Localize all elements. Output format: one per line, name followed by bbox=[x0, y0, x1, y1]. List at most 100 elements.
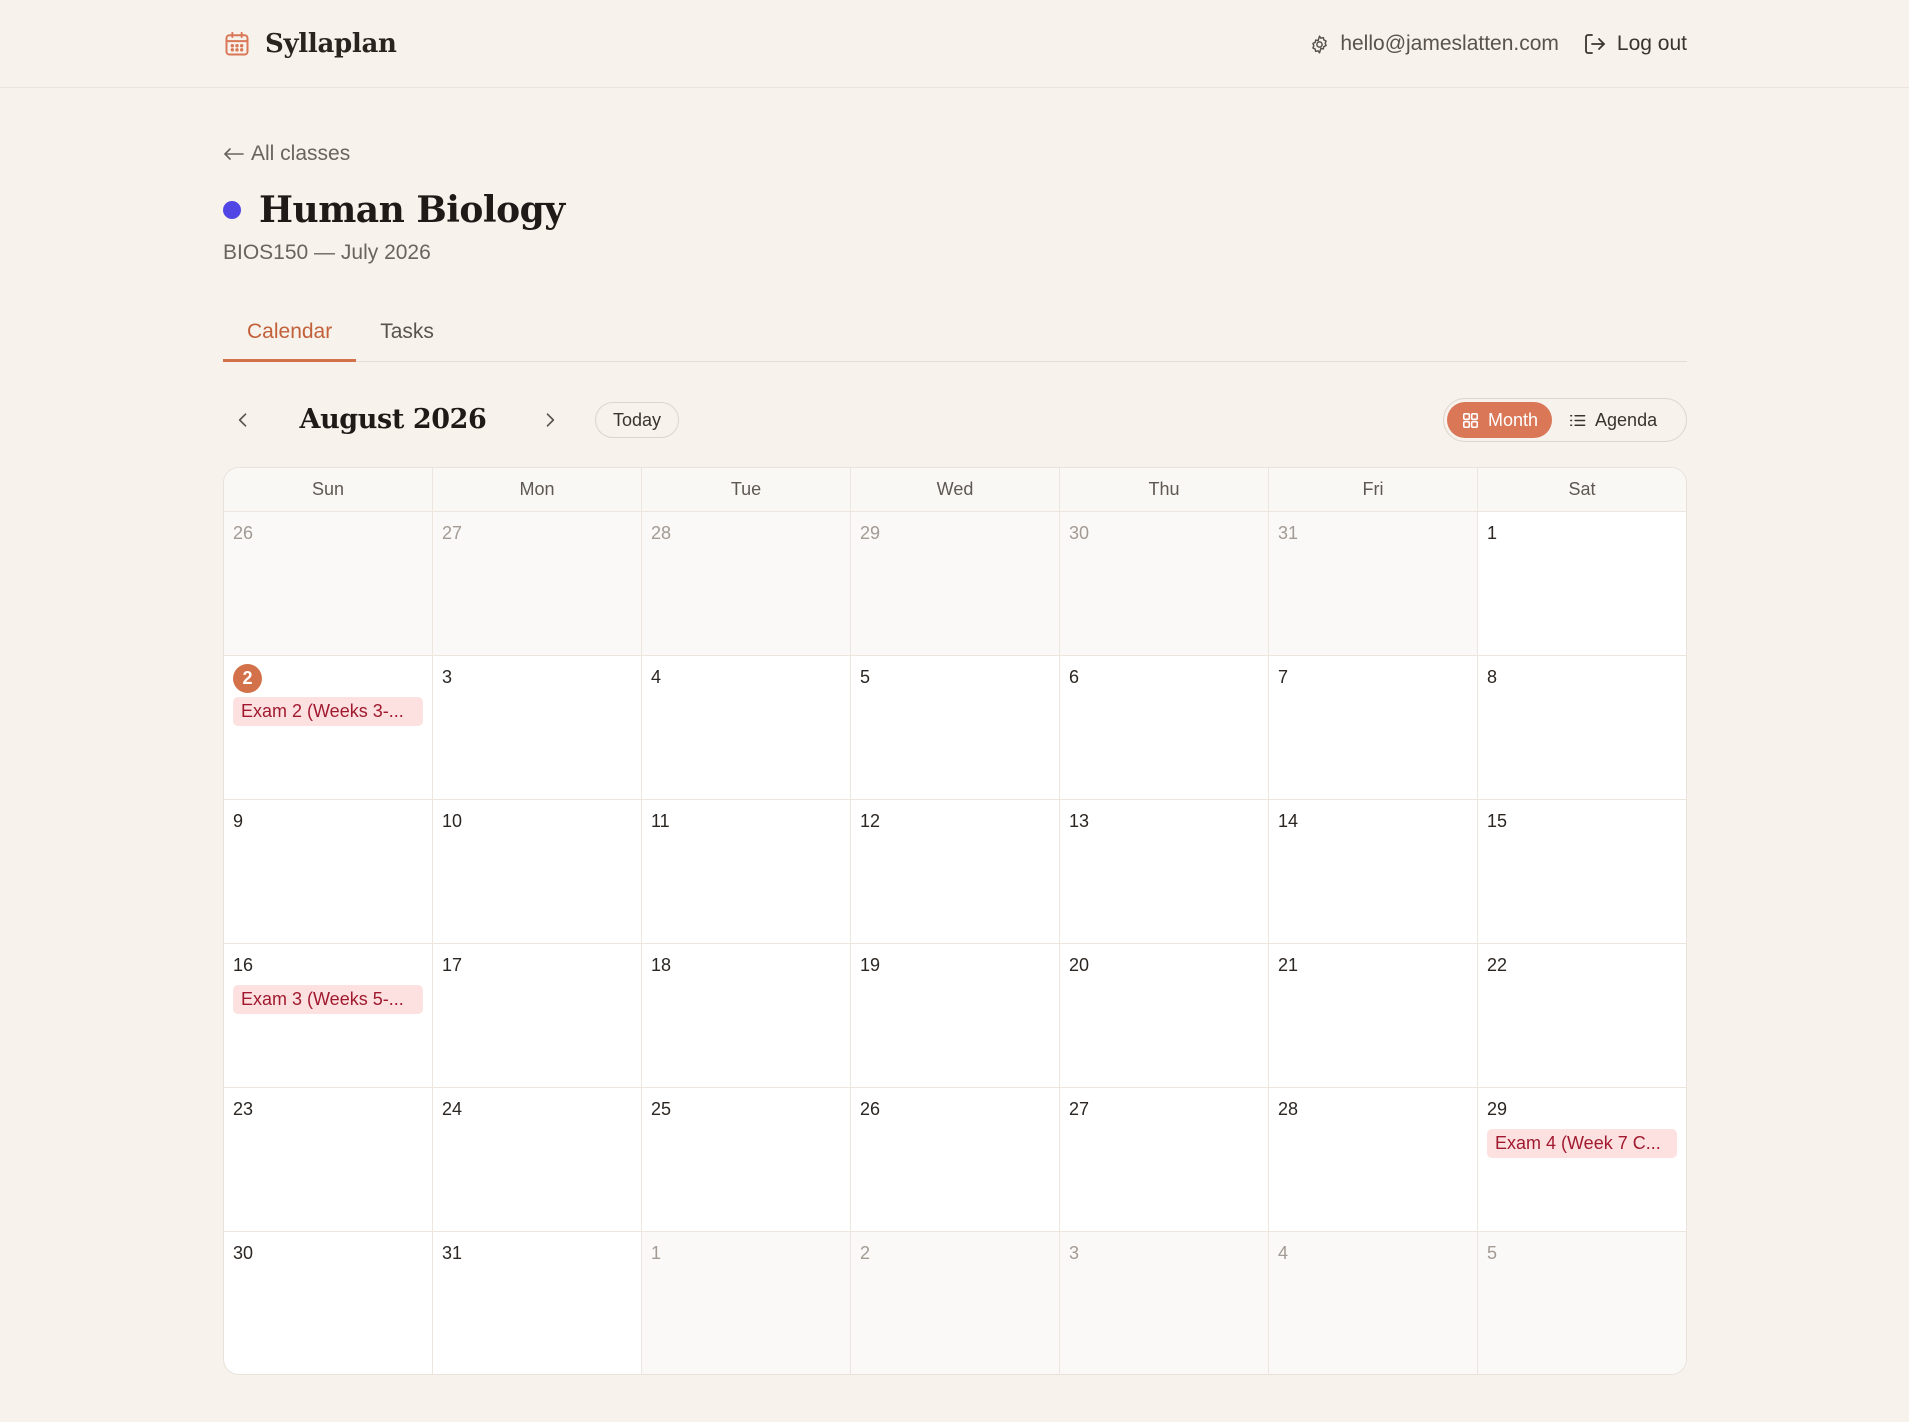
weekday-label: Sat bbox=[1477, 468, 1686, 511]
calendar-day[interactable]: 27 bbox=[432, 512, 641, 655]
calendar-day[interactable]: 5 bbox=[850, 656, 1059, 799]
calendar-day[interactable]: 4 bbox=[641, 656, 850, 799]
calendar-day[interactable]: 13 bbox=[1059, 800, 1268, 943]
calendar-day[interactable]: 28 bbox=[641, 512, 850, 655]
calendar-day[interactable]: 19 bbox=[850, 944, 1059, 1087]
day-number: 29 bbox=[860, 523, 881, 543]
weekday-label: Wed bbox=[850, 468, 1059, 511]
day-number: 25 bbox=[651, 1099, 672, 1119]
calendar-day[interactable]: 25 bbox=[641, 1088, 850, 1231]
day-number: 5 bbox=[860, 667, 871, 687]
day-number: 31 bbox=[442, 1243, 463, 1263]
calendar-day[interactable]: 10 bbox=[432, 800, 641, 943]
weekday-label: Thu bbox=[1059, 468, 1268, 511]
calendar-day[interactable]: 8 bbox=[1477, 656, 1686, 799]
tab-bar: Calendar Tasks bbox=[223, 312, 1687, 362]
weekday-header: Sun Mon Tue Wed Thu Fri Sat bbox=[224, 468, 1686, 512]
day-number: 30 bbox=[233, 1243, 254, 1263]
prev-month-button[interactable] bbox=[223, 400, 263, 440]
calendar-day[interactable]: 1 bbox=[641, 1232, 850, 1374]
calendar-day[interactable]: 18 bbox=[641, 944, 850, 1087]
day-number: 28 bbox=[1278, 1099, 1299, 1119]
day-number: 26 bbox=[860, 1099, 881, 1119]
calendar-day[interactable]: 3 bbox=[432, 656, 641, 799]
day-number: 17 bbox=[442, 955, 463, 975]
calendar-week: 2 Exam 2 (Weeks 3-... 3 4 5 6 7 8 bbox=[224, 656, 1686, 800]
weekday-label: Tue bbox=[641, 468, 850, 511]
day-number: 24 bbox=[442, 1099, 463, 1119]
day-number: 12 bbox=[860, 811, 881, 831]
today-button[interactable]: Today bbox=[595, 402, 679, 438]
list-icon bbox=[1570, 414, 1586, 426]
day-number: 11 bbox=[651, 811, 670, 831]
day-number: 10 bbox=[442, 811, 463, 831]
tab-tasks[interactable]: Tasks bbox=[356, 312, 458, 362]
month-label: August 2026 bbox=[299, 404, 487, 435]
logout-button[interactable]: Log out bbox=[1583, 32, 1687, 56]
calendar-day[interactable]: 23 bbox=[224, 1088, 432, 1231]
calendar-day[interactable]: 26 bbox=[850, 1088, 1059, 1231]
calendar-day[interactable]: 2 bbox=[850, 1232, 1059, 1374]
back-link[interactable]: All classes bbox=[223, 142, 350, 166]
calendar-day[interactable]: 21 bbox=[1268, 944, 1477, 1087]
day-number: 15 bbox=[1487, 811, 1508, 831]
arrow-left-icon bbox=[224, 148, 244, 160]
calendar-event[interactable]: Exam 3 (Weeks 5-... bbox=[233, 985, 423, 1014]
agenda-view-button[interactable]: Agenda bbox=[1554, 402, 1671, 438]
class-header: Human Biology bbox=[223, 186, 565, 234]
month-view-button[interactable]: Month bbox=[1447, 402, 1553, 438]
brand[interactable]: Syllaplan bbox=[223, 24, 397, 64]
day-number: 9 bbox=[233, 811, 244, 831]
logout-icon bbox=[1585, 34, 1605, 54]
calendar-day[interactable]: 11 bbox=[641, 800, 850, 943]
agenda-view-label: Agenda bbox=[1595, 409, 1658, 430]
day-number: 30 bbox=[1069, 523, 1090, 543]
calendar-day[interactable]: 27 bbox=[1059, 1088, 1268, 1231]
calendar-day[interactable]: 4 bbox=[1268, 1232, 1477, 1374]
month-view-label: Month bbox=[1488, 409, 1539, 430]
calendar-day[interactable]: 28 bbox=[1268, 1088, 1477, 1231]
calendar-day[interactable]: 17 bbox=[432, 944, 641, 1087]
calendar-event[interactable]: Exam 2 (Weeks 3-... bbox=[233, 697, 423, 726]
calendar-day[interactable]: 7 bbox=[1268, 656, 1477, 799]
calendar-day[interactable]: 29 Exam 4 (Week 7 C... bbox=[1477, 1088, 1686, 1231]
calendar-day[interactable]: 26 bbox=[224, 512, 432, 655]
calendar-day[interactable]: 14 bbox=[1268, 800, 1477, 943]
calendar-week: 23 24 25 26 27 28 29 Exam 4 (Week 7 C... bbox=[224, 1088, 1686, 1232]
calendar-day-today[interactable]: 2 Exam 2 (Weeks 3-... bbox=[224, 656, 432, 799]
calendar-day[interactable]: 29 bbox=[850, 512, 1059, 655]
calendar-day[interactable]: 24 bbox=[432, 1088, 641, 1231]
calendar-event[interactable]: Exam 4 (Week 7 C... bbox=[1487, 1129, 1677, 1158]
calendar-week: 30 31 1 2 3 4 5 bbox=[224, 1232, 1686, 1374]
calendar-day[interactable]: 30 bbox=[1059, 512, 1268, 655]
next-month-button[interactable] bbox=[530, 400, 570, 440]
chevron-right-icon bbox=[546, 413, 555, 427]
calendar-day[interactable]: 31 bbox=[1268, 512, 1477, 655]
calendar-day[interactable]: 30 bbox=[224, 1232, 432, 1374]
calendar-day[interactable]: 9 bbox=[224, 800, 432, 943]
day-number: 27 bbox=[1069, 1099, 1090, 1119]
calendar-day[interactable]: 20 bbox=[1059, 944, 1268, 1087]
logout-label: Log out bbox=[1616, 32, 1687, 55]
calendar-day[interactable]: 1 bbox=[1477, 512, 1686, 655]
calendar-day[interactable]: 22 bbox=[1477, 944, 1686, 1087]
gear-icon bbox=[1312, 34, 1328, 54]
calendar-day[interactable]: 16 Exam 3 (Weeks 5-... bbox=[224, 944, 432, 1087]
calendar-day[interactable]: 31 bbox=[432, 1232, 641, 1374]
class-subtitle: BIOS150 — July 2026 bbox=[223, 241, 431, 264]
day-number: 26 bbox=[233, 523, 254, 543]
app-name: Syllaplan bbox=[265, 29, 397, 59]
calendar-day[interactable]: 6 bbox=[1059, 656, 1268, 799]
chevron-left-icon bbox=[238, 413, 247, 427]
calendar-day[interactable]: 12 bbox=[850, 800, 1059, 943]
calendar-day[interactable]: 15 bbox=[1477, 800, 1686, 943]
day-number: 4 bbox=[651, 667, 662, 687]
day-number: 28 bbox=[651, 523, 672, 543]
day-number: 14 bbox=[1278, 811, 1299, 831]
day-number: 23 bbox=[233, 1099, 254, 1119]
account-link[interactable]: hello@jameslatten.com bbox=[1309, 32, 1559, 56]
tab-calendar[interactable]: Calendar bbox=[223, 312, 357, 362]
calendar-day[interactable]: 3 bbox=[1059, 1232, 1268, 1374]
grid-icon bbox=[1462, 412, 1479, 428]
calendar-day[interactable]: 5 bbox=[1477, 1232, 1686, 1374]
